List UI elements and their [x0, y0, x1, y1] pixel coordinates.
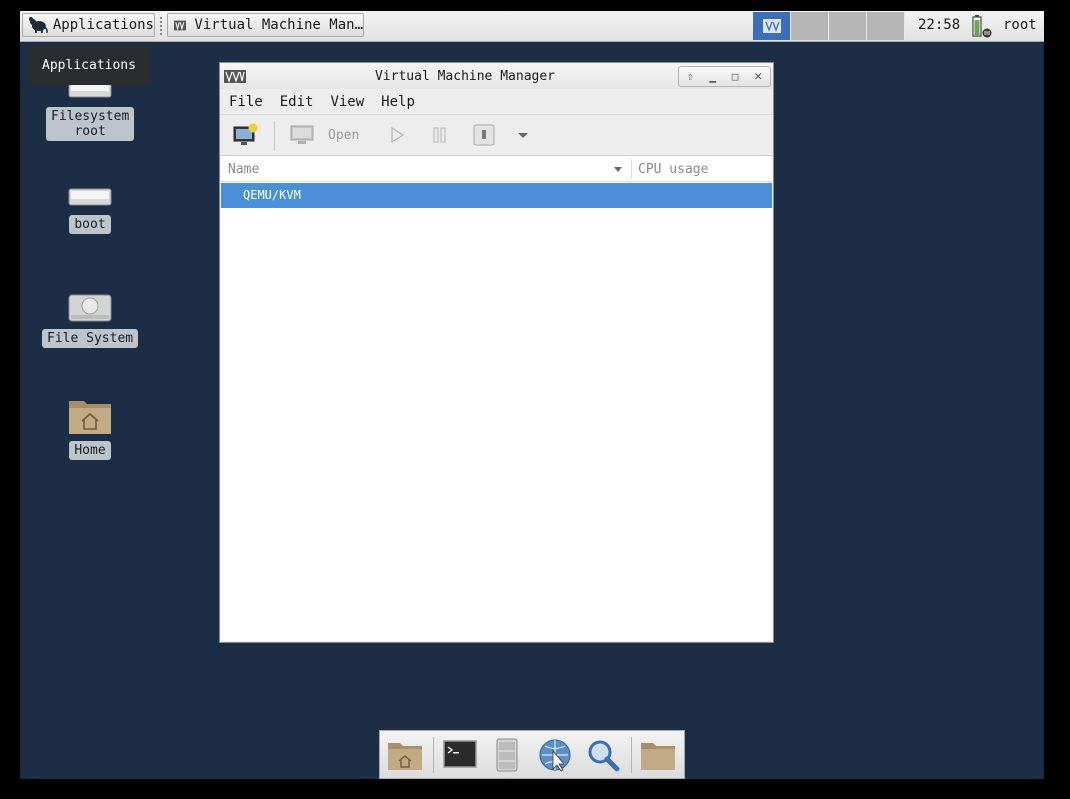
- menu-edit[interactable]: Edit: [271, 94, 322, 110]
- window-title: Virtual Machine Manager: [374, 69, 555, 84]
- window-controls: ⇧ ▁ □ ✕: [678, 66, 771, 87]
- applications-label: Applications: [52, 17, 154, 33]
- folder-icon[interactable]: [639, 737, 677, 773]
- mouse-icon: [28, 17, 48, 34]
- taskbar-item-label: Virtual Machine Man…: [194, 17, 363, 33]
- desktop-icon-label: Filesystem root: [46, 107, 135, 141]
- shade-icon[interactable]: ⇧: [687, 70, 694, 83]
- dock: [379, 730, 685, 779]
- minimize-icon[interactable]: ▁: [709, 70, 716, 83]
- new-vm-button[interactable]: [233, 123, 259, 147]
- column-header-cpu-usage[interactable]: CPU usage: [638, 162, 708, 177]
- user-name[interactable]: root: [1003, 17, 1037, 33]
- open-button[interactable]: Open: [290, 124, 359, 146]
- list-header: Name CPU usage: [221, 156, 772, 182]
- panel-handle[interactable]: [160, 17, 162, 35]
- shutdown-button[interactable]: [473, 124, 495, 146]
- column-header-name[interactable]: Name: [228, 162, 259, 177]
- menu-help[interactable]: Help: [372, 94, 423, 110]
- shutdown-icon: [473, 124, 495, 146]
- shutdown-dropdown-button[interactable]: [517, 132, 529, 140]
- open-label: Open: [328, 127, 360, 143]
- workspace-switcher: [753, 12, 905, 40]
- drive-icon: [68, 294, 112, 322]
- connection-name: QEMU/KVM: [243, 188, 301, 202]
- list-item[interactable]: QEMU/KVM: [221, 183, 772, 208]
- column-divider[interactable]: [631, 159, 632, 179]
- menu-file[interactable]: File: [220, 94, 271, 110]
- desktop-icon-file-system[interactable]: File System: [42, 293, 139, 348]
- new-vm-icon: [233, 123, 258, 145]
- vmm-icon: [762, 19, 781, 33]
- clock[interactable]: 22:58: [918, 17, 960, 33]
- cabinet-icon[interactable]: [488, 737, 526, 773]
- desktop-icon-label: boot: [69, 215, 111, 234]
- desktop-icon-home[interactable]: Home: [68, 395, 112, 460]
- home-folder-icon: [69, 401, 111, 434]
- applications-tooltip: Applications: [28, 45, 150, 85]
- workspace-1[interactable]: [753, 12, 791, 40]
- terminal-icon[interactable]: [441, 737, 479, 773]
- workspace-4[interactable]: [867, 12, 905, 40]
- desktop-icon-label: Home: [69, 441, 111, 460]
- applications-menu-button[interactable]: Applications: [22, 13, 155, 37]
- desktop-icon-filesystem-root[interactable]: Filesystem root: [46, 79, 135, 141]
- vm-list: QEMU/KVM: [221, 182, 772, 641]
- dropdown-arrow-icon: [518, 133, 528, 138]
- desktop-icon-label: File System: [42, 329, 139, 348]
- dock-separator: [433, 737, 434, 773]
- vmm-icon: [174, 20, 187, 31]
- menu-view[interactable]: View: [321, 94, 372, 110]
- desktop: Applications Virtual Machine Man… 22:58: [20, 11, 1044, 779]
- home-folder-icon[interactable]: [386, 737, 424, 773]
- virtual-machine-manager-window: Virtual Machine Manager ⇧ ▁ □ ✕ File Edi…: [219, 62, 774, 643]
- browser-icon[interactable]: [536, 737, 574, 773]
- monitor-icon: [290, 125, 314, 144]
- drive-icon: [68, 188, 112, 206]
- sort-arrow-icon[interactable]: [613, 166, 623, 173]
- close-icon[interactable]: ✕: [754, 69, 762, 84]
- play-icon: [391, 127, 404, 143]
- toolbar-separator: [274, 121, 275, 151]
- battery-icon[interactable]: [970, 14, 994, 38]
- pause-button[interactable]: [433, 127, 447, 143]
- desktop-icon-boot[interactable]: boot: [68, 187, 112, 234]
- workspace-2[interactable]: [791, 12, 829, 40]
- toolbar: Open: [220, 114, 773, 156]
- search-icon[interactable]: [584, 737, 622, 773]
- top-panel: Applications Virtual Machine Man… 22:58: [20, 11, 1044, 42]
- dock-separator: [631, 737, 632, 773]
- menubar: File Edit View Help: [220, 90, 773, 113]
- workspace-3[interactable]: [829, 12, 867, 40]
- pause-icon: [433, 127, 446, 143]
- taskbar-item-vmm[interactable]: Virtual Machine Man…: [167, 13, 364, 37]
- window-titlebar[interactable]: Virtual Machine Manager ⇧ ▁ □ ✕: [220, 63, 773, 89]
- run-button[interactable]: [390, 127, 404, 143]
- maximize-icon[interactable]: □: [732, 70, 739, 83]
